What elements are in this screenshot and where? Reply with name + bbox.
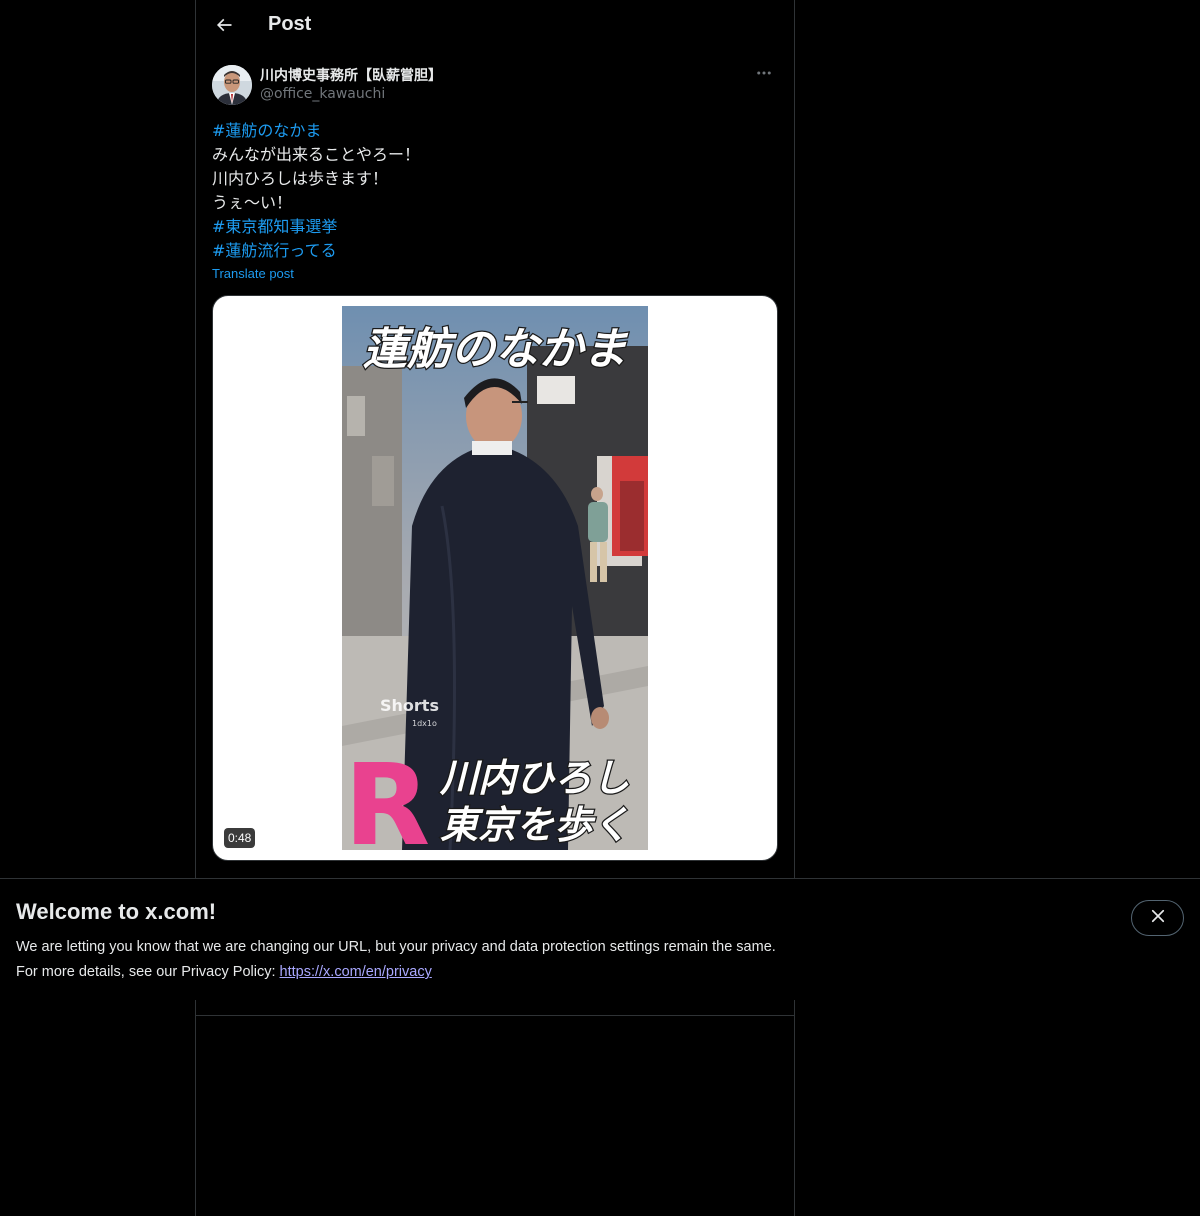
banner-line-2: For more details, see our Privacy Policy… <box>16 960 776 985</box>
page-title: Post <box>268 13 312 35</box>
more-horizontal-icon <box>755 64 773 86</box>
primary-column: Post 川内博史事務所【臥薪嘗胆】 @office_kawauchi #蓮舫の… <box>195 0 795 1216</box>
video-player[interactable]: 蓮舫のなかま Shorts 1dx1o R 川内ひろし 東京を歩く 0:48 <box>212 295 778 861</box>
video-watermark-sub: 1dx1o <box>412 719 437 728</box>
banner-line-2-prefix: For more details, see our Privacy Policy… <box>16 964 280 980</box>
banner-line-1: We are letting you know that we are chan… <box>16 939 776 955</box>
hashtag-link[interactable]: #東京都知事選挙 <box>212 215 778 239</box>
video-caption-bottom-1: 川内ひろし <box>439 756 630 800</box>
close-icon <box>1149 907 1167 929</box>
post-header: Post <box>196 0 794 54</box>
divider <box>196 1015 794 1016</box>
video-badge-letter: R <box>344 741 430 850</box>
translate-post-link[interactable]: Translate post <box>212 266 294 281</box>
video-caption-top: 蓮舫のなかま <box>363 324 629 375</box>
banner-title: Welcome to x.com! <box>16 899 217 924</box>
hashtag-link[interactable]: #蓮舫のなかま <box>212 119 778 143</box>
welcome-banner: Welcome to x.com! We are letting you kno… <box>0 878 1200 1000</box>
post-text-line: うぇ〜い！ <box>212 193 293 212</box>
hashtag-link[interactable]: #蓮舫流行ってる <box>212 239 778 263</box>
video-thumbnail: 蓮舫のなかま Shorts 1dx1o R 川内ひろし 東京を歩く <box>342 306 648 850</box>
author-name[interactable]: 川内博史事務所【臥薪嘗胆】 <box>260 65 442 85</box>
banner-close-button[interactable] <box>1131 900 1184 936</box>
arrow-left-icon <box>214 15 234 39</box>
author-handle[interactable]: @office_kawauchi <box>260 86 385 102</box>
more-button[interactable] <box>750 64 778 86</box>
video-caption-bottom-2: 東京を歩く <box>440 803 630 847</box>
video-watermark: Shorts <box>380 696 439 715</box>
post-text-line: みんなが出来ることやろー！ <box>212 145 421 164</box>
post-author: 川内博史事務所【臥薪嘗胆】 @office_kawauchi <box>212 64 778 108</box>
post-text-line: 川内ひろしは歩きます！ <box>212 169 389 188</box>
video-duration-badge: 0:48 <box>224 828 256 848</box>
banner-message: We are letting you know that we are chan… <box>16 935 776 985</box>
avatar[interactable] <box>212 65 252 105</box>
back-button[interactable] <box>206 9 242 45</box>
privacy-policy-link[interactable]: https://x.com/en/privacy <box>280 964 432 980</box>
post-text: #蓮舫のなかま みんなが出来ることやろー！ 川内ひろしは歩きます！ うぇ〜い！ … <box>212 119 778 263</box>
